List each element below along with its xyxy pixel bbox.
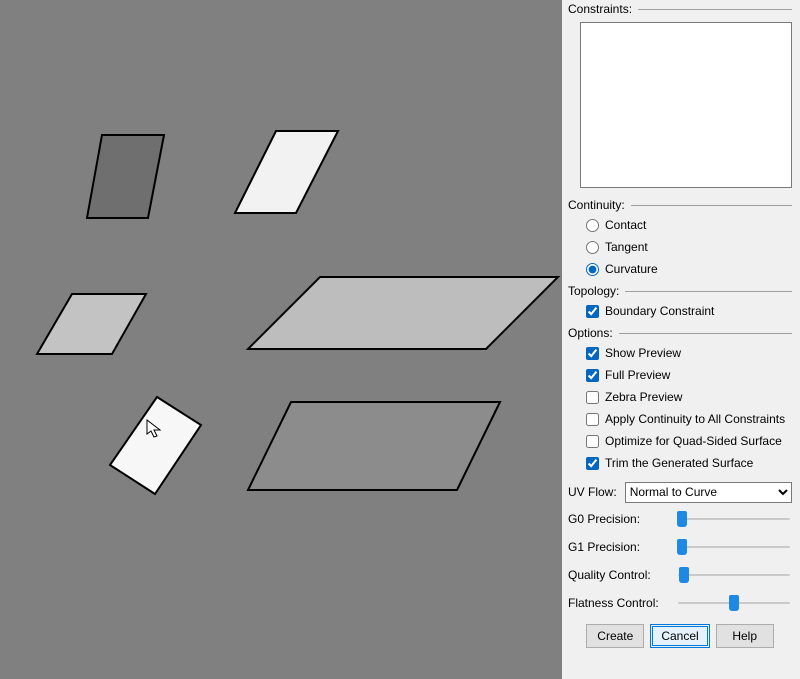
checkbox-label: Show Preview [605,346,681,360]
full-preview-checkbox[interactable]: Full Preview [586,364,792,386]
section-label: Continuity: [568,198,625,212]
show-preview-checkbox[interactable]: Show Preview [586,342,792,364]
uvflow-label: UV Flow: [568,485,617,499]
apply-continuity-checkbox[interactable]: Apply Continuity to All Constraints [586,408,792,430]
section-label: Options: [568,326,613,340]
options-panel: Constraints: Continuity: Contact Tangent… [562,0,800,679]
surface-shape[interactable] [87,135,164,218]
radio-label: Contact [605,218,646,232]
topology-header: Topology: [568,284,792,298]
section-label: Topology: [568,284,619,298]
constraints-listbox[interactable] [580,22,792,188]
continuity-tangent-radio[interactable]: Tangent [586,236,792,258]
checkbox-label: Full Preview [605,368,670,382]
zebra-preview-checkbox[interactable]: Zebra Preview [586,386,792,408]
checkbox-label: Trim the Generated Surface [605,456,753,470]
checkbox-label: Boundary Constraint [605,304,714,318]
constraints-header: Constraints: [568,2,792,16]
flatness-control-slider[interactable] [676,593,792,613]
checkbox-label: Optimize for Quad-Sided Surface [605,434,782,448]
checkbox-label: Zebra Preview [605,390,682,404]
viewport-3d[interactable] [0,0,562,679]
radio-label: Curvature [605,262,658,276]
options-header: Options: [568,326,792,340]
g1-precision-slider[interactable] [676,537,792,557]
trim-generated-checkbox[interactable]: Trim the Generated Surface [586,452,792,474]
help-button[interactable]: Help [716,624,774,648]
radio-label: Tangent [605,240,648,254]
flatness-control-label: Flatness Control: [568,596,672,610]
optimize-quad-checkbox[interactable]: Optimize for Quad-Sided Surface [586,430,792,452]
uvflow-select[interactable]: Normal to Curve [625,482,792,503]
boundary-constraint-checkbox[interactable]: Boundary Constraint [586,300,792,322]
quality-control-slider[interactable] [676,565,792,585]
create-button[interactable]: Create [586,624,644,648]
quality-control-label: Quality Control: [568,568,672,582]
continuity-contact-radio[interactable]: Contact [586,214,792,236]
continuity-curvature-radio[interactable]: Curvature [586,258,792,280]
g0-precision-label: G0 Precision: [568,512,672,526]
surface-shape[interactable] [110,397,201,494]
checkbox-label: Apply Continuity to All Constraints [605,412,785,426]
continuity-header: Continuity: [568,198,792,212]
g0-precision-slider[interactable] [676,509,792,529]
g1-precision-label: G1 Precision: [568,540,672,554]
surface-shape[interactable] [248,277,558,349]
cancel-button[interactable]: Cancel [650,624,709,648]
surface-shape[interactable] [37,294,146,354]
surface-shape[interactable] [248,402,500,490]
surface-shape[interactable] [235,131,338,213]
section-label: Constraints: [568,2,632,16]
